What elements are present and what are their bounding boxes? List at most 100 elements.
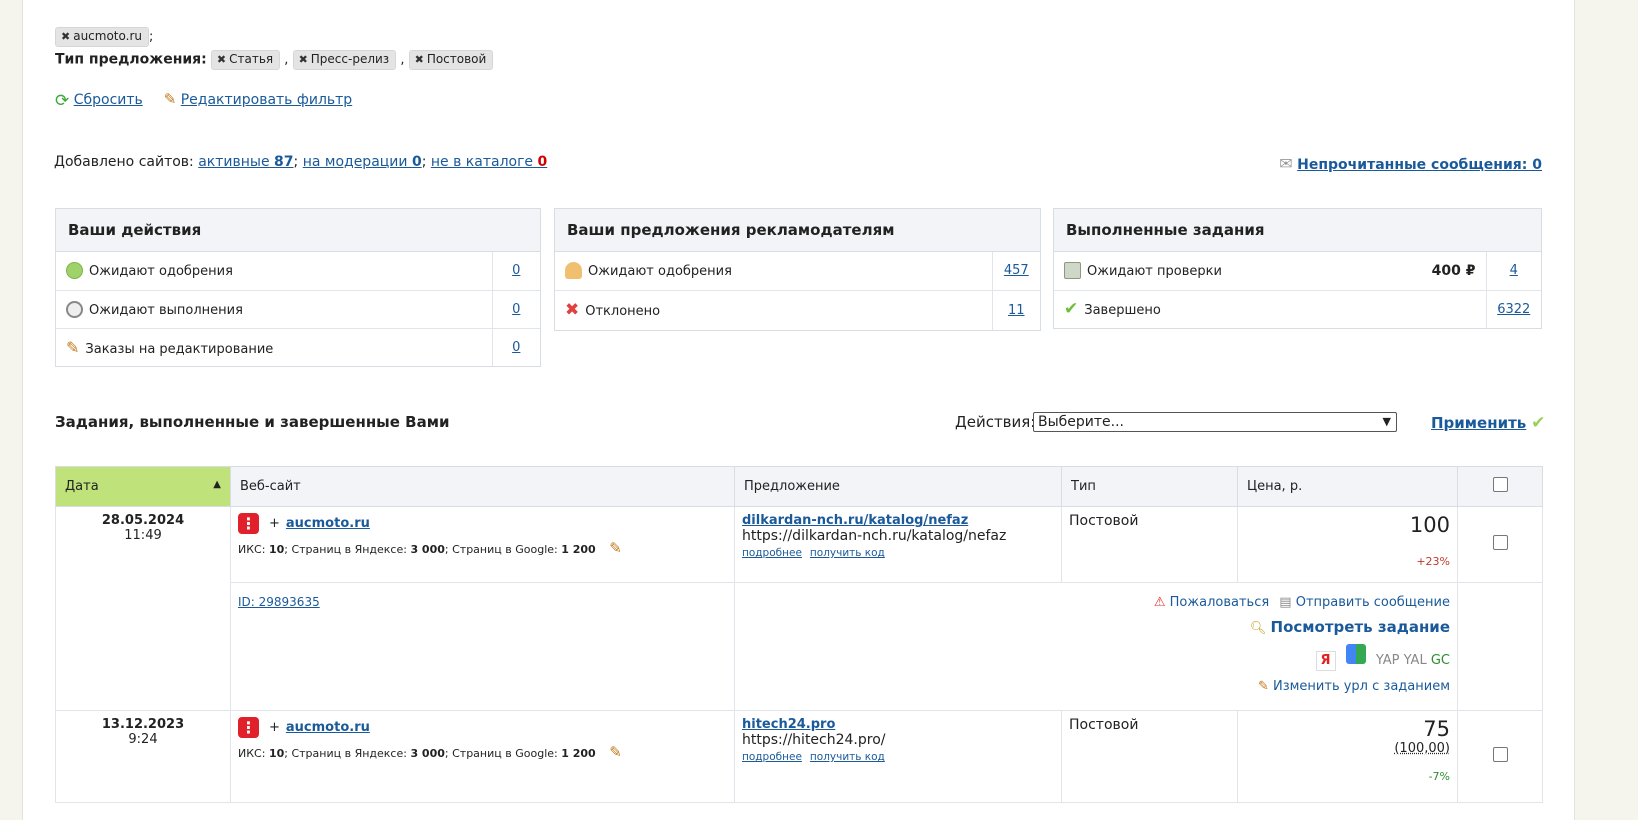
- row-label: Ожидают одобрения: [588, 264, 732, 280]
- monitor-icon: [1064, 262, 1081, 280]
- column-header-offer[interactable]: Предложение: [734, 466, 1062, 507]
- yandex-icon[interactable]: Я: [1315, 651, 1336, 671]
- apply-action: Применить ✔: [1431, 413, 1545, 433]
- type-cell: Постовой: [1061, 710, 1238, 803]
- time: 11:49: [124, 528, 162, 543]
- box-row: Ожидают одобрения 457: [555, 252, 1040, 291]
- row-label: Ожидают одобрения: [89, 264, 233, 280]
- get-code-link[interactable]: получить код: [810, 751, 885, 763]
- get-code-link[interactable]: получить код: [810, 547, 885, 559]
- count-link[interactable]: 4: [1510, 263, 1518, 278]
- site-filter-chip[interactable]: ✖ aucmoto.ru: [55, 27, 149, 47]
- select-value: Выберите...: [1038, 414, 1125, 430]
- box-row: ✔ Завершено 6322: [1054, 290, 1541, 328]
- menu-badge-icon[interactable]: [238, 513, 259, 534]
- date-cell: 28.05.2024 11:49: [55, 506, 231, 711]
- gc-indicator: GC: [1430, 653, 1450, 668]
- details-link[interactable]: подробнее: [742, 547, 802, 559]
- page-container: ✖ aucmoto.ru ; Тип предложения: ✖ Статья ,…: [22, 0, 1575, 820]
- user-pending-icon: [565, 262, 582, 280]
- edit-filter-link[interactable]: Редактировать фильтр: [181, 92, 352, 108]
- remove-icon[interactable]: ✖: [299, 53, 308, 66]
- box-row: Ожидают одобрения 0: [56, 252, 540, 291]
- active-sites-link[interactable]: активные 87: [198, 154, 293, 170]
- offer-cell: dilkardan-nch.ru/katalog/nefaz https://d…: [734, 506, 1062, 583]
- select-all-checkbox[interactable]: [1492, 477, 1508, 492]
- remove-icon[interactable]: ✖: [61, 30, 70, 43]
- pencil-icon: ✎: [66, 337, 80, 357]
- remove-icon[interactable]: ✖: [415, 53, 424, 66]
- row-label: Отклонено: [585, 304, 661, 320]
- count-link[interactable]: 457: [1004, 263, 1029, 278]
- details-link[interactable]: подробнее: [742, 751, 802, 763]
- offer-type-chip[interactable]: ✖ Пресс-релиз: [292, 50, 397, 70]
- offer-cell: hitech24.pro https://hitech24.pro/ подро…: [734, 710, 1062, 803]
- count-link[interactable]: 6322: [1497, 302, 1530, 317]
- table-header-row: Дата ▲ Веб-сайт Предложение Тип Цена, р.: [55, 466, 1543, 507]
- offer-type-chip[interactable]: ✖ Статья: [210, 50, 281, 70]
- count-link[interactable]: 0: [512, 340, 520, 355]
- offer-type-chip[interactable]: ✖ Постовой: [408, 50, 494, 70]
- your-offers-box: Ваши предложения рекламодателям Ожидают …: [554, 208, 1041, 331]
- your-actions-box: Ваши действия Ожидают одобрения 0 Ожидаю…: [55, 208, 541, 367]
- edit-site-icon[interactable]: ✎: [609, 743, 622, 761]
- edit-site-icon[interactable]: ✎: [609, 539, 622, 557]
- pending-amount: 400 ₽: [1406, 252, 1486, 291]
- offer-url: https://dilkardan-nch.ru/katalog/nefaz: [742, 528, 1007, 544]
- envelope-icon: ✉: [1279, 154, 1293, 173]
- apply-button[interactable]: Применить: [1431, 414, 1526, 432]
- refresh-icon: ⟳: [55, 91, 70, 111]
- view-task-link[interactable]: Посмотреть задание: [1271, 618, 1450, 636]
- column-header-date[interactable]: Дата ▲: [55, 466, 231, 507]
- pencil-icon: ✎: [163, 90, 177, 108]
- count-link[interactable]: 0: [512, 263, 520, 278]
- empty-cell: [1457, 582, 1543, 711]
- menu-badge-icon[interactable]: [238, 717, 259, 738]
- section-title: Задания, выполненные и завершенные Вами: [55, 413, 450, 431]
- task-id-link[interactable]: ID: 29893635: [238, 595, 320, 609]
- not-in-catalog-link[interactable]: не в каталоге 0: [431, 154, 547, 170]
- tasks-table: Дата ▲ Веб-сайт Предложение Тип Цена, р.…: [55, 466, 1543, 803]
- remove-icon[interactable]: ✖: [217, 53, 226, 66]
- row-checkbox[interactable]: [1492, 747, 1508, 762]
- offer-link[interactable]: hitech24.pro: [742, 717, 835, 732]
- box-row: Ожидают проверки 400 ₽ 4: [1054, 252, 1541, 291]
- actions-label: Действия:: [955, 413, 1036, 431]
- site-link[interactable]: aucmoto.ru: [286, 720, 370, 735]
- checkmark-icon: ✔: [1531, 413, 1546, 433]
- row-checkbox[interactable]: [1492, 535, 1508, 550]
- offer-type-filter-row: Тип предложения: ✖ Статья , ✖ Пресс-релиз …: [55, 50, 494, 70]
- site-metrics: ИКС: 10; Страниц в Яндексе: 3 000; Стран…: [238, 743, 622, 761]
- yap-indicator: YAP: [1375, 653, 1400, 668]
- reset-filter-link[interactable]: Сбросить: [74, 92, 143, 108]
- count-link[interactable]: 11: [1008, 303, 1025, 318]
- offer-url: https://hitech24.pro/: [742, 732, 886, 748]
- offer-link[interactable]: dilkardan-nch.ru/katalog/nefaz: [742, 513, 968, 528]
- send-message-link[interactable]: Отправить сообщение: [1296, 595, 1450, 610]
- pencil-icon: ✎: [1257, 679, 1269, 694]
- box-row: ✖ Отклонено 11: [555, 290, 1040, 330]
- change-url-link[interactable]: Изменить урл с заданием: [1273, 679, 1450, 694]
- row-label: Завершено: [1084, 303, 1161, 319]
- site-link[interactable]: aucmoto.ru: [286, 516, 370, 531]
- moderation-sites-link[interactable]: на модерации 0: [303, 154, 422, 170]
- box-title: Выполненные задания: [1054, 209, 1541, 252]
- magnifier-icon: 🔍︎: [1249, 621, 1267, 636]
- complain-link[interactable]: Пожаловаться: [1170, 595, 1270, 610]
- site-cell: + aucmoto.ru ИКС: 10; Страниц в Яндексе:…: [230, 710, 735, 803]
- price-change: -7%: [1428, 770, 1450, 783]
- chevron-down-icon: ▼: [1382, 415, 1391, 428]
- column-header-site[interactable]: Веб-сайт: [230, 466, 735, 507]
- column-header-price[interactable]: Цена, р.: [1237, 466, 1458, 507]
- select-cell: [1457, 710, 1543, 803]
- actions-select[interactable]: Выберите... ▼: [1033, 412, 1397, 432]
- old-price: (100,00): [1394, 741, 1450, 756]
- count-link[interactable]: 0: [512, 302, 520, 317]
- separator: ;: [149, 29, 154, 45]
- google-icon[interactable]: [1345, 644, 1366, 664]
- unread-messages-link[interactable]: Непрочитанные сообщения: 0: [1297, 157, 1542, 173]
- box-title: Ваши действия: [56, 209, 540, 252]
- select-cell: [1457, 506, 1543, 583]
- column-header-type[interactable]: Тип: [1061, 466, 1238, 507]
- plus-circle-icon: [66, 262, 83, 280]
